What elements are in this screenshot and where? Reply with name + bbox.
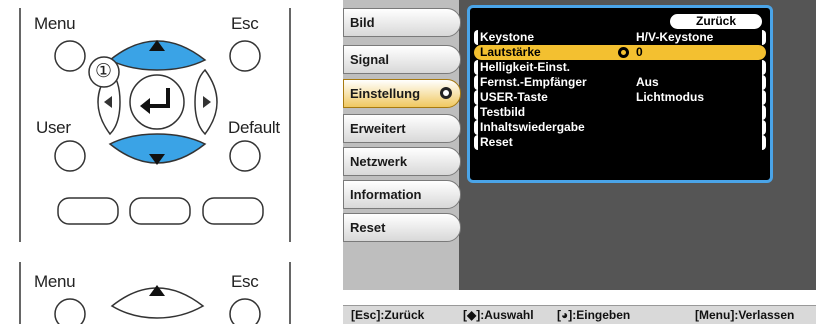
tab-label: Netzwerk: [350, 154, 408, 169]
status-quit: [Menu]:Verlassen: [695, 308, 795, 322]
menu-sidebar: [343, 0, 463, 290]
item-label: USER-Taste: [480, 90, 548, 104]
menu-item-reset[interactable]: Reset: [474, 135, 766, 150]
default-label: Default: [228, 118, 280, 137]
tab-information[interactable]: Information: [343, 180, 461, 209]
esc-label: Esc: [231, 14, 259, 33]
settings-submenu: Zurück Keystone H/V-Keystone Lautstärke …: [467, 5, 773, 183]
tab-reset[interactable]: Reset: [343, 213, 461, 242]
item-label: Inhaltswiedergabe: [480, 120, 585, 134]
tab-netzwerk[interactable]: Netzwerk: [343, 147, 461, 176]
item-label: Keystone: [480, 30, 535, 44]
back-button[interactable]: Zurück: [670, 14, 762, 29]
esc-button-shape-2: [229, 298, 261, 324]
tab-label: Signal: [350, 52, 390, 67]
menu-item-testbild[interactable]: Testbild: [474, 105, 766, 120]
menu-item-fernst-empfaenger[interactable]: Fernst.-Empfänger Aus: [474, 75, 766, 90]
remote-control-illustration: Menu Esc User Default ① Menu Esc: [0, 0, 300, 324]
item-label: Reset: [480, 135, 513, 149]
menu-item-user-taste[interactable]: USER-Taste Lichtmodus: [474, 90, 766, 105]
tab-label: Einstellung: [350, 86, 421, 101]
tab-label: Bild: [350, 15, 375, 30]
user-button-shape: [54, 140, 86, 172]
status-back: [Esc]:Zurück: [351, 308, 425, 322]
menu-button-shape: [54, 40, 86, 72]
remote-button-2: [129, 197, 191, 225]
tab-bild[interactable]: Bild: [343, 8, 461, 37]
item-value: Lichtmodus: [636, 90, 704, 104]
esc-button-shape: [229, 40, 261, 72]
tab-signal[interactable]: Signal: [343, 45, 461, 74]
remote-button-1: [57, 197, 119, 225]
item-value: Aus: [636, 75, 659, 89]
menu-label: Menu: [34, 14, 76, 33]
item-label: Fernst.-Empfänger: [480, 75, 587, 89]
projector-menu: Bild Signal Einstellung Erweitert Netzwe…: [343, 0, 816, 324]
remote-button-3: [202, 197, 264, 225]
status-enter: [◕]:Eingeben: [557, 308, 631, 322]
esc-label-2: Esc: [231, 272, 259, 291]
menu-item-helligkeit[interactable]: Helligkeit-Einst.: [474, 60, 766, 75]
user-label: User: [36, 118, 71, 137]
item-label: Helligkeit-Einst.: [480, 60, 571, 74]
status-select: [◆]:Auswahl: [463, 308, 534, 322]
menu-button-shape-2: [54, 298, 86, 324]
item-label: Testbild: [480, 105, 526, 119]
enter-icon: [440, 87, 452, 99]
tab-einstellung[interactable]: Einstellung: [343, 79, 461, 108]
step-marker: ①: [95, 61, 112, 82]
menu-item-lautstaerke[interactable]: Lautstärke 0: [474, 45, 766, 60]
item-label: Lautstärke: [480, 45, 541, 59]
default-button-shape: [229, 140, 261, 172]
tab-label: Erweitert: [350, 121, 406, 136]
enter-icon: [618, 47, 629, 58]
enter-button: [129, 74, 185, 130]
submenu-list: Zurück Keystone H/V-Keystone Lautstärke …: [474, 12, 766, 176]
item-value: 0: [636, 45, 643, 59]
item-value: H/V-Keystone: [636, 30, 714, 44]
menu-label-2: Menu: [34, 272, 76, 291]
menu-item-keystone[interactable]: Keystone H/V-Keystone: [474, 30, 766, 45]
menu-item-inhaltswiedergabe[interactable]: Inhaltswiedergabe: [474, 120, 766, 135]
tab-erweitert[interactable]: Erweitert: [343, 114, 461, 143]
status-bar: [Esc]:Zurück [◆]:Auswahl [◕]:Eingeben [M…: [343, 305, 816, 324]
tab-label: Reset: [350, 220, 386, 235]
tab-label: Information: [350, 187, 422, 202]
